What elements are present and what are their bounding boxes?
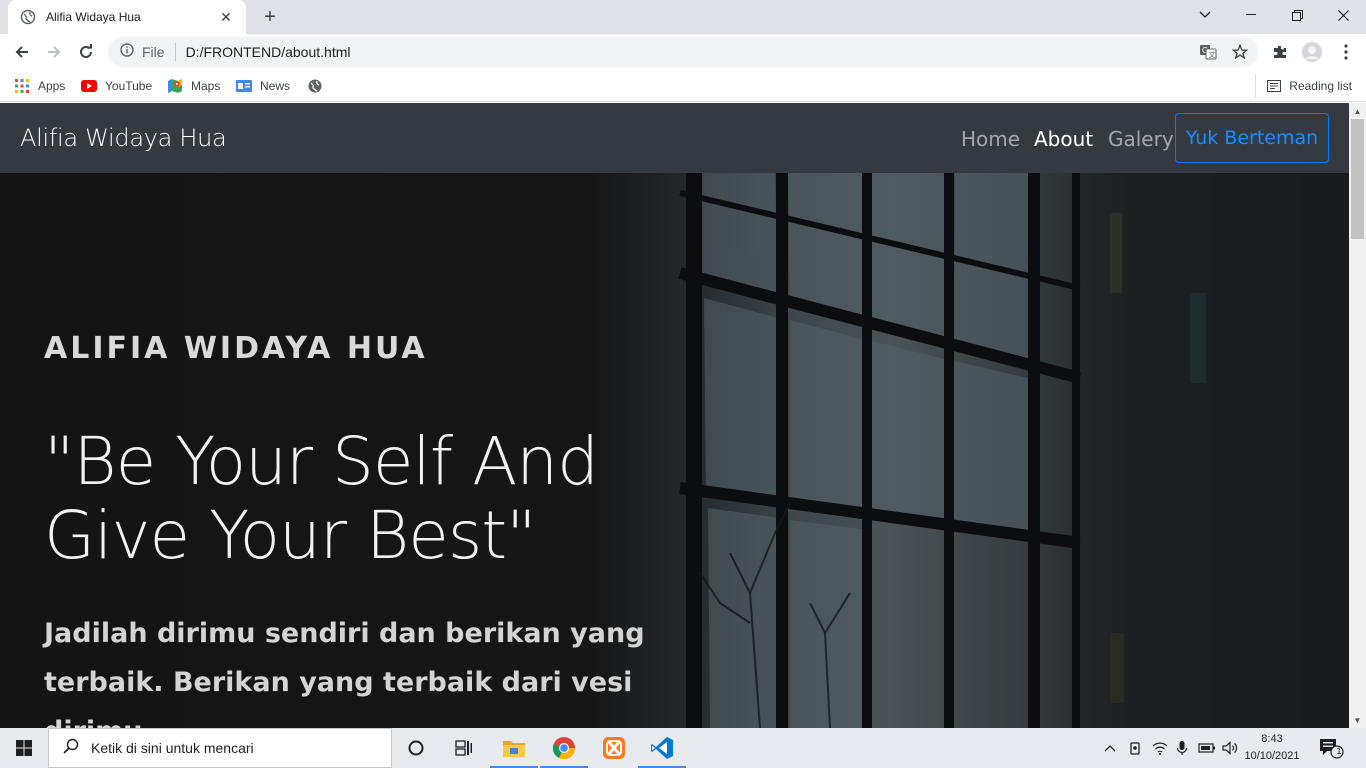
- bookmark-globe[interactable]: [307, 76, 331, 96]
- forward-icon[interactable]: [40, 38, 68, 66]
- screen: Alifia Widaya Hua ✕ + File D:/FRONTEND/a…: [0, 0, 1366, 768]
- back-icon[interactable]: [8, 38, 36, 66]
- hero-description-line: Jadilah dirimu sendiri dan berikan yang: [44, 618, 645, 649]
- chrome-icon[interactable]: [540, 728, 588, 768]
- reading-list-button[interactable]: Reading list: [1267, 76, 1352, 96]
- extensions-icon[interactable]: [1268, 40, 1292, 64]
- search-placeholder: Ketik di sini untuk mencari: [91, 740, 254, 756]
- bookmark-label: Apps: [38, 79, 66, 93]
- bookmark-apps[interactable]: Apps: [14, 76, 65, 96]
- microphone-icon[interactable]: [1172, 738, 1192, 758]
- cortana-icon[interactable]: [392, 728, 440, 768]
- bookmarks-bar: Apps YouTube Maps News Reading list: [0, 70, 1366, 102]
- scroll-down-icon[interactable]: ▼: [1349, 712, 1366, 728]
- clock-time: 8:43: [1261, 733, 1283, 745]
- bookmark-maps[interactable]: Maps: [167, 76, 220, 96]
- youtube-icon: [81, 78, 97, 94]
- reading-list-label: Reading list: [1289, 79, 1352, 93]
- svg-text:文: 文: [1209, 50, 1216, 59]
- tab-strip: Alifia Widaya Hua ✕ +: [0, 0, 1366, 34]
- tab-title: Alifia Widaya Hua: [46, 10, 141, 24]
- battery-icon[interactable]: [1197, 738, 1217, 758]
- hero-description: Jadilah dirimu sendiri dan berikan yang …: [44, 609, 684, 728]
- hero-description-line: terbaik. Berikan yang terbaik dari vesi …: [44, 667, 633, 728]
- scroll-thumb[interactable]: [1351, 119, 1364, 239]
- globe-icon: [307, 78, 323, 94]
- search-icon: [63, 738, 79, 759]
- reload-icon[interactable]: [72, 38, 100, 66]
- hero-section: ALIFIA WIDAYA HUA "Be Your Self And Give…: [0, 173, 1349, 728]
- address-prefix: File: [142, 44, 165, 60]
- yuk-berteman-button[interactable]: Yuk Berteman: [1175, 113, 1329, 163]
- clock-date: 10/10/2021: [1244, 750, 1300, 762]
- wifi-icon[interactable]: [1150, 738, 1170, 758]
- address-separator: [174, 43, 176, 61]
- address-bar[interactable]: File D:/FRONTEND/about.html: [108, 37, 1258, 67]
- bookmark-news[interactable]: News: [236, 76, 290, 96]
- chevron-down-icon[interactable]: [1182, 0, 1228, 30]
- site-brand[interactable]: Alifia Widaya Hua: [20, 124, 227, 152]
- plus-icon[interactable]: +: [259, 6, 281, 28]
- taskbar-clock[interactable]: 8:43 10/10/2021: [1244, 731, 1300, 765]
- address-url[interactable]: D:/FRONTEND/about.html: [186, 44, 351, 60]
- bookmark-divider: [1255, 74, 1256, 98]
- bookmark-label: Maps: [191, 79, 221, 93]
- window-background-image: [678, 173, 1349, 728]
- kebab-menu-icon[interactable]: [1334, 40, 1358, 64]
- site-navbar: Alifia Widaya Hua Home About Galery Yuk …: [0, 103, 1349, 173]
- notification-icon[interactable]: 1: [1318, 736, 1344, 760]
- file-explorer-icon[interactable]: [490, 728, 538, 768]
- browser-tab[interactable]: Alifia Widaya Hua ✕: [8, 0, 246, 34]
- news-icon: [236, 78, 252, 94]
- browser-toolbar: File D:/FRONTEND/about.html G文: [0, 34, 1366, 70]
- info-icon[interactable]: [120, 42, 134, 62]
- bookmark-label: News: [260, 79, 291, 93]
- page-viewport: Alifia Widaya Hua Home About Galery Yuk …: [0, 103, 1349, 728]
- vscode-icon[interactable]: [638, 728, 686, 768]
- star-icon[interactable]: [1228, 40, 1252, 64]
- task-view-icon[interactable]: [440, 728, 488, 768]
- apps-grid-icon: [14, 78, 30, 94]
- reading-list-icon: [1267, 79, 1282, 93]
- scroll-up-icon[interactable]: ▲: [1349, 103, 1366, 119]
- meet-now-icon[interactable]: [1125, 738, 1145, 758]
- nav-galery-link[interactable]: Galery: [1108, 127, 1174, 151]
- windows-taskbar: Ketik di sini untuk mencari 8:43 10/10/2…: [0, 728, 1366, 768]
- taskbar-search-box[interactable]: Ketik di sini untuk mencari: [48, 728, 392, 768]
- window-close-icon[interactable]: [1320, 0, 1366, 30]
- avatar[interactable]: [1300, 40, 1324, 64]
- minimize-icon[interactable]: [1228, 0, 1274, 30]
- hero-quote: "Be Your Self And Give Your Best": [44, 425, 664, 573]
- volume-icon[interactable]: [1220, 738, 1240, 758]
- hero-quote-line: Give Your Best": [44, 497, 536, 574]
- bookmark-label: YouTube: [105, 79, 153, 93]
- hero-name: ALIFIA WIDAYA HUA: [44, 331, 428, 366]
- globe-icon: [20, 9, 36, 25]
- windows-start-icon[interactable]: [0, 728, 48, 768]
- restore-icon[interactable]: [1274, 0, 1320, 30]
- hero-quote-line: "Be Your Self And: [44, 423, 599, 500]
- nav-about-link[interactable]: About: [1034, 127, 1093, 151]
- xampp-icon[interactable]: [590, 728, 638, 768]
- notification-count: 1: [1336, 746, 1342, 756]
- translate-icon[interactable]: G文: [1196, 40, 1220, 64]
- nav-home-link[interactable]: Home: [961, 127, 1020, 151]
- bookmark-youtube[interactable]: YouTube: [81, 76, 152, 96]
- page-scrollbar[interactable]: ▲ ▼: [1349, 103, 1366, 728]
- maps-icon: [167, 78, 183, 94]
- chevron-up-icon[interactable]: [1100, 738, 1120, 758]
- close-icon[interactable]: ✕: [218, 9, 234, 25]
